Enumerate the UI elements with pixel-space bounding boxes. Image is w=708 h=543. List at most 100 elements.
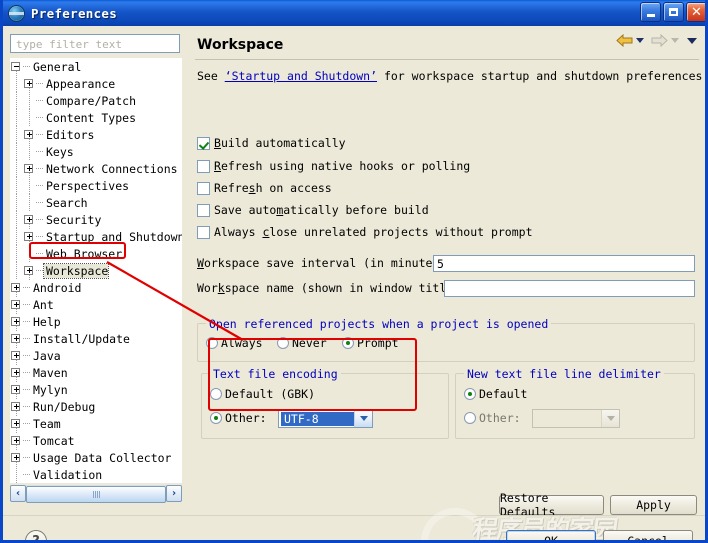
- tree-expander-plus-icon[interactable]: [10, 279, 23, 296]
- tree-expander-plus-icon[interactable]: [10, 364, 23, 381]
- checkbox-always-close-unrelated-projects-without-prompt[interactable]: Always close unrelated projects without …: [197, 225, 533, 239]
- maximize-button[interactable]: [663, 2, 684, 22]
- tree-item-team[interactable]: Team: [10, 415, 182, 432]
- tree-expander-plus-icon[interactable]: [10, 449, 23, 466]
- encoding-other-radio[interactable]: Other:: [210, 411, 267, 425]
- tree-item-android[interactable]: Android: [10, 279, 182, 296]
- encoding-combo-value[interactable]: UTF-8: [281, 412, 354, 426]
- tree-item-run-debug[interactable]: Run/Debug: [10, 398, 182, 415]
- tree-item-tomcat[interactable]: Tomcat: [10, 432, 182, 449]
- tree-expander-plus-icon[interactable]: [10, 313, 23, 330]
- tree-item-network-connections[interactable]: Network Connections: [10, 160, 182, 177]
- checkbox-build-automatically[interactable]: Build automatically: [197, 136, 346, 150]
- tree-item-ant[interactable]: Ant: [10, 296, 182, 313]
- scrollbar-track[interactable]: [26, 485, 166, 502]
- tree-expander-plus-icon[interactable]: [23, 160, 36, 177]
- tree-item-maven[interactable]: Maven: [10, 364, 182, 381]
- pane-splitter[interactable]: [189, 29, 192, 507]
- tree-item-perspectives[interactable]: Perspectives: [10, 177, 182, 194]
- scrollbar-thumb[interactable]: [26, 486, 166, 503]
- startup-shutdown-link[interactable]: ‘Startup and Shutdown’: [225, 69, 377, 83]
- tree-item-install-update[interactable]: Install/Update: [10, 330, 182, 347]
- tree-item-appearance[interactable]: Appearance: [10, 75, 182, 92]
- tree-expander-plus-icon[interactable]: [10, 415, 23, 432]
- tree-item-label: Validation: [31, 468, 102, 482]
- delimiter-default-radio[interactable]: Default: [464, 387, 527, 401]
- tree-item-workspace[interactable]: Workspace: [10, 262, 182, 279]
- delimiter-other-radio[interactable]: Other:: [464, 411, 521, 425]
- tree-item-label: Run/Debug: [31, 400, 95, 414]
- c-circle-logo-icon: [421, 508, 489, 543]
- description-suffix: for workspace startup and shutdown prefe…: [377, 69, 708, 83]
- back-arrow-icon[interactable]: [616, 34, 633, 47]
- workspace-name-input[interactable]: [444, 280, 695, 297]
- close-button[interactable]: ✕: [686, 2, 707, 22]
- tree-expander-plus-icon[interactable]: [10, 330, 23, 347]
- tree-indent: [10, 126, 23, 143]
- cancel-button[interactable]: Cancel: [603, 530, 693, 543]
- tree-expander-plus-icon[interactable]: [10, 296, 23, 313]
- tree-item-content-types[interactable]: Content Types: [10, 109, 182, 126]
- save-interval-row: WWorkspace save interval (in minutes):or…: [197, 256, 453, 270]
- tree-expander-plus-icon[interactable]: [23, 75, 36, 92]
- tree-item-label: Tomcat: [31, 434, 75, 448]
- tree-connector: [23, 398, 31, 415]
- tree-item-java[interactable]: Java: [10, 347, 182, 364]
- apply-button[interactable]: Apply: [610, 495, 697, 515]
- minimize-button[interactable]: [640, 2, 661, 22]
- tree-item-general[interactable]: General: [10, 58, 182, 75]
- tree-expander-minus-icon[interactable]: [10, 58, 23, 75]
- chevron-down-icon: [607, 416, 615, 421]
- title-divider: [195, 59, 699, 60]
- tree-expander-plus-icon[interactable]: [10, 432, 23, 449]
- tree-expander-plus-icon[interactable]: [23, 211, 36, 228]
- tree-item-validation[interactable]: Validation: [10, 466, 182, 483]
- delimiter-other-indicator[interactable]: [464, 412, 476, 424]
- tree-expander-plus-icon[interactable]: [10, 347, 23, 364]
- back-menu-chevron-down-icon[interactable]: [636, 38, 644, 43]
- tree-indent-leaf: [23, 143, 36, 160]
- checkbox-indicator[interactable]: [197, 160, 210, 173]
- tree-connector: [36, 109, 44, 126]
- tree-item-usage-data-collector[interactable]: Usage Data Collector: [10, 449, 182, 466]
- close-icon: ✕: [691, 6, 702, 19]
- tree-item-help[interactable]: Help: [10, 313, 182, 330]
- tree-item-editors[interactable]: Editors: [10, 126, 182, 143]
- tree-expander-plus-icon[interactable]: [23, 262, 36, 279]
- tree-expander-plus-icon[interactable]: [10, 381, 23, 398]
- checkbox-indicator[interactable]: [197, 137, 210, 150]
- checkbox-indicator[interactable]: [197, 182, 210, 195]
- checkbox-indicator[interactable]: [197, 226, 210, 239]
- scroll-right-button[interactable]: ›: [166, 485, 182, 502]
- restore-defaults-button[interactable]: Restore Defaults: [499, 495, 604, 515]
- tree-item-security[interactable]: Security: [10, 211, 182, 228]
- checkbox-indicator[interactable]: [197, 204, 210, 217]
- tree-expander-plus-icon[interactable]: [10, 398, 23, 415]
- tree-item-label: Keys: [44, 145, 74, 159]
- ok-button[interactable]: OK: [506, 530, 596, 543]
- filter-input[interactable]: type filter text: [10, 34, 180, 53]
- tree-horizontal-scrollbar[interactable]: ‹ ›: [10, 485, 182, 502]
- tree-item-mylyn[interactable]: Mylyn: [10, 381, 182, 398]
- workspace-name-row: Workspace name (shown in window title):: [197, 281, 467, 295]
- delimiter-default-indicator[interactable]: [464, 388, 476, 400]
- save-interval-input[interactable]: 5: [433, 255, 695, 272]
- encoding-other-indicator[interactable]: [210, 412, 222, 424]
- tree-expander-plus-icon[interactable]: [23, 126, 36, 143]
- tree-connector: [36, 194, 44, 211]
- checkbox-refresh-using-native-hooks-or-polling[interactable]: Refresh using native hooks or polling: [197, 159, 470, 173]
- view-menu-chevron-down-icon[interactable]: [687, 38, 697, 44]
- tree-item-search[interactable]: Search: [10, 194, 182, 211]
- tree-item-compare-patch[interactable]: Compare/Patch: [10, 92, 182, 109]
- encoding-combo-button[interactable]: [354, 410, 372, 427]
- tree-item-keys[interactable]: Keys: [10, 143, 182, 160]
- scroll-left-button[interactable]: ‹: [10, 485, 26, 502]
- checkbox-save-automatically-before-build[interactable]: Save automatically before build: [197, 203, 429, 217]
- preferences-tree[interactable]: GeneralAppearanceCompare/PatchContent Ty…: [10, 58, 182, 483]
- delimiter-default-label: Default: [479, 387, 527, 401]
- checkbox-refresh-on-access[interactable]: Refresh on access: [197, 181, 332, 195]
- help-button[interactable]: ?: [25, 530, 47, 543]
- tree-item-label: Search: [44, 196, 88, 210]
- encoding-combo[interactable]: UTF-8: [278, 409, 373, 428]
- tree-connector: [23, 279, 31, 296]
